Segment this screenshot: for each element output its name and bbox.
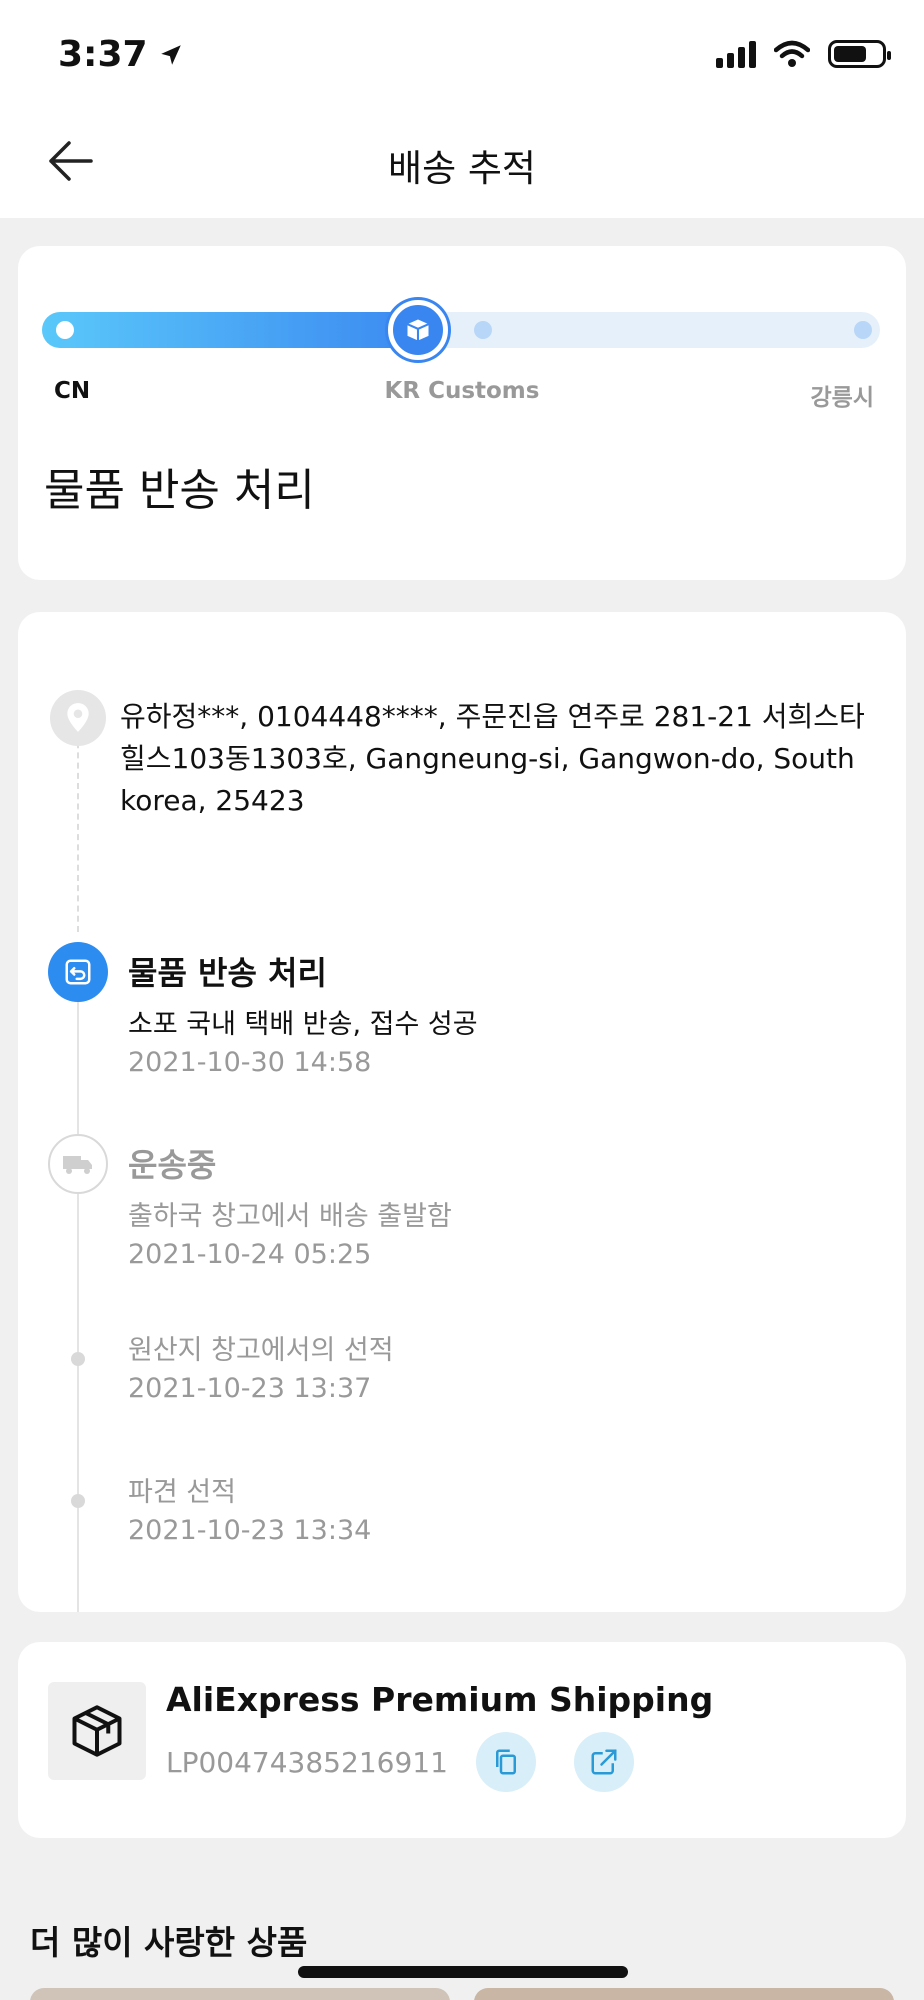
shipping-status-heading: 물품 반송 처리 xyxy=(44,465,315,516)
event-description: 소포 국내 택배 반송, 접수 성공 xyxy=(128,1009,478,1040)
battery-icon xyxy=(828,40,891,68)
timeline-dot xyxy=(71,1352,85,1366)
copy-icon xyxy=(496,1749,516,1775)
status-time: 3:37 xyxy=(58,34,184,75)
home-indicator xyxy=(298,1966,628,1978)
shipping-progress-card: CN KR Customs 강릉시 물품 반송 처리 xyxy=(18,246,906,580)
delivery-address: 유하정***, 0104448****, 주문진읍 연주로 281-21 서희스… xyxy=(120,700,865,817)
event-description: 출하국 창고에서 배송 출발함 xyxy=(128,1201,452,1232)
timeline-event: 물품 반송 처리 소포 국내 택배 반송, 접수 성공 2021-10-30 1… xyxy=(128,948,478,1078)
top-bar: 3:37 배송 추적 xyxy=(0,0,924,218)
product-thumbnail[interactable] xyxy=(30,1988,450,2000)
event-title: 운송중 xyxy=(128,1146,217,1184)
timeline-event: 파견 선적 2021-10-23 13:34 xyxy=(128,1470,371,1546)
progress-fill xyxy=(42,312,442,348)
tracking-number: LP00474385216911 xyxy=(166,1746,448,1779)
event-date: 2021-10-24 05:25 xyxy=(128,1239,372,1270)
carrier-box-icon xyxy=(48,1682,146,1780)
tracking-timeline-card: 유하정***, 0104448****, 주문진읍 연주로 281-21 서희스… xyxy=(18,612,906,1612)
copy-tracking-button[interactable] xyxy=(476,1732,536,1792)
timeline-dashed-line xyxy=(77,732,79,932)
signal-icon xyxy=(716,40,756,68)
truck-icon xyxy=(48,1134,108,1194)
page-title: 배송 추적 xyxy=(388,147,536,190)
timeline-line xyxy=(77,960,79,1612)
location-pin-icon xyxy=(50,690,106,746)
origin-dot xyxy=(56,321,74,339)
wifi-icon xyxy=(774,40,810,67)
event-description: 원산지 창고에서의 선적 xyxy=(128,1335,394,1366)
package-marker xyxy=(388,300,448,360)
event-date: 2021-10-23 13:37 xyxy=(128,1373,372,1404)
destination-dot xyxy=(854,321,872,339)
open-carrier-link-button[interactable] xyxy=(574,1732,634,1792)
clock: 3:37 xyxy=(58,34,148,75)
event-date: 2021-10-23 13:34 xyxy=(128,1515,372,1546)
event-date: 2021-10-30 14:58 xyxy=(128,1047,372,1078)
product-thumbnail[interactable] xyxy=(474,1988,894,2000)
stage-destination-label: 강릉시 xyxy=(810,385,874,411)
external-link-icon xyxy=(591,1749,617,1775)
timeline-dot xyxy=(71,1494,85,1508)
event-title: 물품 반송 처리 xyxy=(128,954,327,992)
waypoint-dot xyxy=(474,321,492,339)
progress-track xyxy=(42,312,880,348)
recommend-section-title: 더 많이 사랑한 상품 xyxy=(30,1923,308,1962)
status-icons xyxy=(716,40,891,68)
event-description: 파견 선적 xyxy=(128,1477,236,1508)
location-arrow-icon xyxy=(160,44,181,65)
stage-current-label: KR Customs xyxy=(384,378,540,404)
carrier-card: AliExpress Premium Shipping LP0047438521… xyxy=(18,1642,906,1838)
timeline-event: 운송중 출하국 창고에서 배송 출발함 2021-10-24 05:25 xyxy=(128,1140,452,1270)
timeline-event: 원산지 창고에서의 선적 2021-10-23 13:37 xyxy=(128,1328,394,1404)
return-icon xyxy=(48,942,108,1002)
carrier-name: AliExpress Premium Shipping xyxy=(166,1680,714,1719)
package-icon xyxy=(407,319,429,341)
